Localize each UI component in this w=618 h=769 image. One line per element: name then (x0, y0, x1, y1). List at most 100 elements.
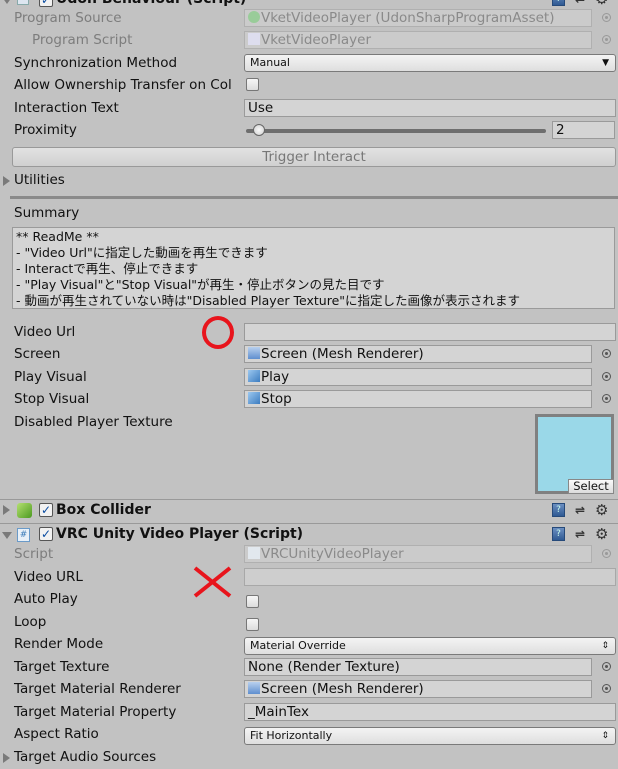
program-source-row: Program Source VketVideoPlayer (UdonShar… (0, 8, 618, 30)
render-mode-row: Render Mode Material Override ⇕ (0, 634, 618, 656)
stop-visual-label: Stop Visual (14, 391, 90, 407)
vrc-video-url-input[interactable] (244, 568, 616, 586)
interaction-text-label: Interaction Text (14, 100, 119, 116)
aspect-ratio-dropdown[interactable]: Fit Horizontally ⇕ (244, 727, 616, 745)
play-visual-value: Play (261, 369, 290, 385)
video-url-row-vrc: Video URL (0, 567, 618, 589)
render-mode-value: Material Override (250, 639, 346, 652)
target-material-property-row: Target Material Property _MainTex (0, 702, 618, 724)
vrc-video-player-enabled-checkbox[interactable]: ✓ (39, 527, 53, 541)
stop-visual-field[interactable]: Stop (244, 390, 592, 408)
foldout-open-icon[interactable] (2, 0, 12, 4)
interaction-text-row: Interaction Text Use (0, 98, 618, 120)
aspect-ratio-value: Fit Horizontally (250, 729, 333, 742)
cs-script-icon (248, 547, 260, 559)
program-source-label: Program Source (14, 10, 122, 26)
trigger-interact-button[interactable]: Trigger Interact (12, 147, 616, 167)
help-icon[interactable]: ? (552, 0, 565, 6)
object-picker-icon[interactable] (602, 349, 611, 358)
program-script-value: VketVideoPlayer (261, 32, 372, 48)
program-script-field[interactable]: VketVideoPlayer (244, 31, 592, 49)
object-picker-icon[interactable] (602, 684, 611, 693)
proximity-slider-thumb[interactable] (252, 124, 265, 136)
preset-icon[interactable]: ⇌ (575, 0, 585, 6)
target-material-renderer-label: Target Material Renderer (14, 681, 181, 697)
box-collider-header[interactable]: ✓ Box Collider ? ⇌ ⚙ (0, 499, 618, 521)
loop-checkbox[interactable] (246, 618, 259, 631)
gear-icon[interactable]: ⚙ (595, 0, 608, 8)
proximity-slider-track[interactable] (246, 129, 546, 133)
foldout-closed-icon[interactable] (3, 505, 10, 515)
vrc-video-player-header[interactable]: # ✓ VRC Unity Video Player (Script) ? ⇌ … (0, 523, 618, 545)
program-source-field[interactable]: VketVideoPlayer (UdonSharpProgramAsset) (244, 9, 592, 27)
script-row: Script VRCUnityVideoPlayer (0, 544, 618, 566)
aspect-ratio-label: Aspect Ratio (14, 726, 99, 742)
script-label: Script (14, 546, 54, 562)
script-value: VRCUnityVideoPlayer (261, 546, 404, 562)
target-material-property-input[interactable]: _MainTex (244, 703, 616, 721)
gameobject-cube-icon (248, 392, 260, 404)
foldout-closed-icon[interactable] (3, 753, 10, 763)
stop-visual-row: Stop Visual Stop (0, 389, 618, 411)
udon-program-icon (248, 11, 260, 23)
object-picker-icon[interactable] (602, 35, 611, 44)
sync-method-value: Manual (250, 56, 290, 69)
allow-ownership-checkbox[interactable] (246, 78, 259, 91)
screen-label: Screen (14, 346, 61, 362)
texture-preview[interactable]: Select (535, 414, 614, 494)
preset-icon[interactable]: ⇌ (575, 527, 585, 541)
component-title: Box Collider (56, 502, 151, 518)
box-collider-enabled-checkbox[interactable]: ✓ (39, 503, 53, 517)
auto-play-label: Auto Play (14, 591, 78, 607)
target-material-renderer-field[interactable]: Screen (Mesh Renderer) (244, 680, 592, 698)
play-visual-field[interactable]: Play (244, 368, 592, 386)
screen-value: Screen (Mesh Renderer) (261, 346, 424, 362)
sync-method-dropdown[interactable]: Manual ▼ (244, 54, 616, 72)
summary-line: - 動画が再生されていない時は"Disabled Player Texture"… (16, 293, 521, 308)
render-mode-dropdown[interactable]: Material Override ⇕ (244, 637, 616, 655)
box-collider-icon (17, 503, 32, 518)
video-url-input[interactable] (244, 323, 616, 341)
summary-line: - "Video Url"に指定した動画を再生できます (16, 245, 268, 260)
script-field[interactable]: VRCUnityVideoPlayer (244, 545, 592, 563)
target-texture-label: Target Texture (14, 659, 110, 675)
object-picker-icon[interactable] (602, 372, 611, 381)
object-picker-icon[interactable] (602, 662, 611, 671)
object-picker-icon[interactable] (602, 549, 611, 558)
summary-line: ** ReadMe ** (16, 229, 99, 244)
select-texture-button[interactable]: Select (568, 479, 614, 494)
program-source-value: VketVideoPlayer (UdonSharpProgramAsset) (261, 10, 555, 26)
foldout-closed-icon[interactable] (3, 176, 10, 186)
udon-enabled-checkbox[interactable]: ✓ (39, 0, 53, 7)
summary-textarea[interactable]: ** ReadMe ** - "Video Url"に指定した動画を再生できます -… (12, 227, 615, 309)
utilities-foldout[interactable]: Utilities (0, 170, 618, 192)
script-icon (17, 0, 29, 5)
object-picker-icon[interactable] (602, 13, 611, 22)
allow-ownership-row: Allow Ownership Transfer on Col (0, 75, 618, 97)
disabled-texture-row: Disabled Player Texture (0, 412, 618, 434)
screen-row: Screen Screen (Mesh Renderer) (0, 344, 618, 366)
summary-row: Summary (0, 203, 618, 225)
section-divider (10, 196, 618, 199)
help-icon[interactable]: ? (552, 503, 565, 517)
play-visual-label: Play Visual (14, 369, 87, 385)
summary-line: - Interactで再生、停止できます (16, 261, 199, 276)
interaction-text-input[interactable]: Use (244, 99, 616, 117)
proximity-label: Proximity (14, 122, 77, 138)
preset-icon[interactable]: ⇌ (575, 503, 585, 517)
video-url-label: Video URL (14, 569, 83, 585)
gear-icon[interactable]: ⚙ (595, 501, 608, 519)
gear-icon[interactable]: ⚙ (595, 525, 608, 543)
help-icon[interactable]: ? (552, 527, 565, 541)
target-texture-field[interactable]: None (Render Texture) (244, 658, 592, 676)
target-material-property-label: Target Material Property (14, 704, 177, 720)
foldout-open-icon[interactable] (2, 532, 12, 539)
cs-script-icon (248, 33, 260, 45)
auto-play-checkbox[interactable] (246, 595, 259, 608)
summary-line: - "Play Visual"と"Stop Visual"が再生・停止ボタンの見… (16, 277, 385, 292)
target-material-renderer-value: Screen (Mesh Renderer) (261, 681, 424, 697)
proximity-input[interactable]: 2 (552, 121, 615, 139)
auto-play-row: Auto Play (0, 589, 618, 611)
screen-field[interactable]: Screen (Mesh Renderer) (244, 345, 592, 363)
object-picker-icon[interactable] (602, 394, 611, 403)
